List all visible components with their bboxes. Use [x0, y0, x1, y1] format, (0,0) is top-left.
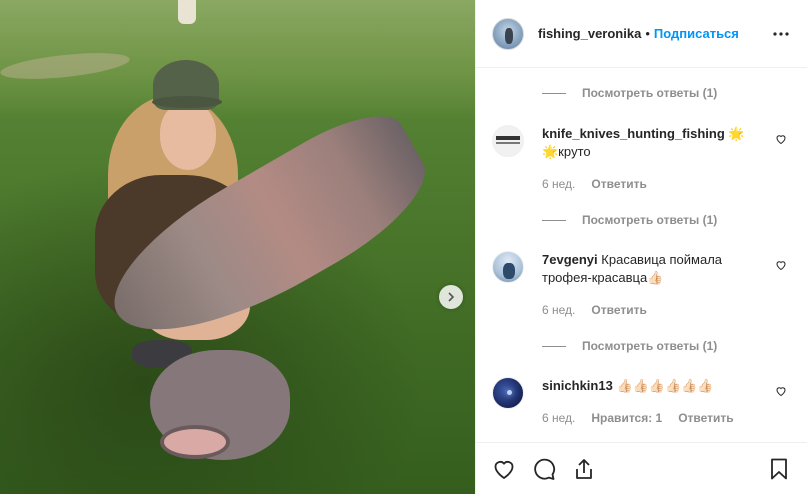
comment-meta: 6 нед. Нравится: 1 Ответить	[542, 409, 752, 427]
photo-tree-trunk	[178, 0, 196, 24]
comment-time[interactable]: 6 нед.	[542, 301, 575, 319]
commenter-avatar[interactable]	[492, 377, 524, 409]
comment-item: 7evgenyi Красавица поймала трофея-красав…	[492, 251, 791, 319]
commenter-username[interactable]: 7evgenyi	[542, 252, 598, 267]
share-icon	[576, 458, 592, 479]
heart-icon	[776, 261, 786, 271]
next-photo-button[interactable]	[439, 285, 463, 309]
replies-line	[542, 219, 566, 221]
comment-time[interactable]: 6 нед.	[542, 175, 575, 193]
comment-like-button[interactable]	[775, 385, 787, 397]
like-button[interactable]	[492, 457, 516, 481]
post-side-panel: fishing_veronika • Подписаться Посмотрет…	[475, 0, 807, 494]
replies-line	[542, 345, 566, 347]
commenter-avatar[interactable]	[492, 251, 524, 283]
comment-item: knife_knives_hunting_fishing 🌟 🌟крyто 6 …	[492, 125, 791, 193]
comment-body: 7evgenyi Красавица поймала трофея-красав…	[542, 251, 752, 319]
comment-likes-count[interactable]: Нравится: 1	[591, 409, 662, 427]
header-separator: •	[645, 26, 650, 41]
instagram-post: fishing_veronika • Подписаться Посмотрет…	[0, 0, 807, 494]
heart-icon	[776, 387, 786, 397]
post-photo[interactable]	[0, 0, 475, 494]
more-horizontal-icon	[773, 31, 789, 36]
photo-woman-cap-brim	[152, 96, 222, 108]
view-replies-label: Посмотреть ответы (1)	[582, 213, 718, 227]
author-username[interactable]: fishing_veronika	[538, 26, 641, 41]
comment-meta: 6 нед. Ответить	[542, 175, 752, 193]
comment-body: sinichkin13 👍🏻👍🏻👍🏻👍🏻👍🏻👍🏻 6 нед. Нравится…	[542, 377, 752, 427]
post-header: fishing_veronika • Подписаться	[476, 0, 807, 68]
comment-item: sinichkin13 👍🏻👍🏻👍🏻👍🏻👍🏻👍🏻 6 нед. Нравится…	[492, 377, 791, 427]
view-replies-button[interactable]: Посмотреть ответы (1)	[542, 339, 791, 353]
comments-list[interactable]: Посмотреть ответы (1) knife_knives_hunti…	[476, 68, 807, 442]
comment-time[interactable]: 6 нед.	[542, 409, 575, 427]
save-button[interactable]	[767, 457, 791, 481]
share-button[interactable]	[572, 457, 596, 481]
view-replies-button[interactable]: Посмотреть ответы (1)	[542, 86, 791, 100]
comment-like-button[interactable]	[775, 259, 787, 271]
reply-button[interactable]: Ответить	[591, 175, 646, 193]
chevron-right-icon	[448, 292, 455, 302]
comment-body: knife_knives_hunting_fishing 🌟 🌟крyто 6 …	[542, 125, 752, 193]
replies-line	[542, 92, 566, 94]
comment-meta: 6 нед. Ответить	[542, 301, 752, 319]
comment-text: 👍🏻👍🏻👍🏻👍🏻👍🏻👍🏻	[616, 378, 714, 393]
view-replies-button[interactable]: Посмотреть ответы (1)	[542, 213, 791, 227]
photo-catfish-mouth	[160, 425, 230, 459]
heart-icon	[494, 460, 514, 479]
reply-button[interactable]: Ответить	[678, 409, 733, 427]
author-avatar[interactable]	[492, 17, 524, 50]
comment-text: 🌟крyто	[542, 144, 591, 159]
more-options-button[interactable]	[771, 24, 791, 44]
commenter-avatar[interactable]	[492, 125, 524, 157]
follow-button[interactable]: Подписаться	[654, 26, 739, 41]
view-replies-label: Посмотреть ответы (1)	[582, 86, 718, 100]
view-replies-label: Посмотреть ответы (1)	[582, 339, 718, 353]
comment-button[interactable]	[532, 457, 556, 481]
post-actions-bar	[476, 442, 807, 494]
photo-woman-face	[160, 102, 216, 170]
heart-icon	[776, 135, 786, 145]
bookmark-icon	[771, 458, 787, 479]
comment-like-button[interactable]	[775, 133, 787, 145]
commenter-username[interactable]: sinichkin13	[542, 378, 613, 393]
commenter-username[interactable]: knife_knives_hunting_fishing	[542, 126, 725, 141]
comment-icon	[534, 458, 556, 480]
reply-button[interactable]: Ответить	[591, 301, 646, 319]
username-emoji: 🌟	[728, 126, 745, 141]
